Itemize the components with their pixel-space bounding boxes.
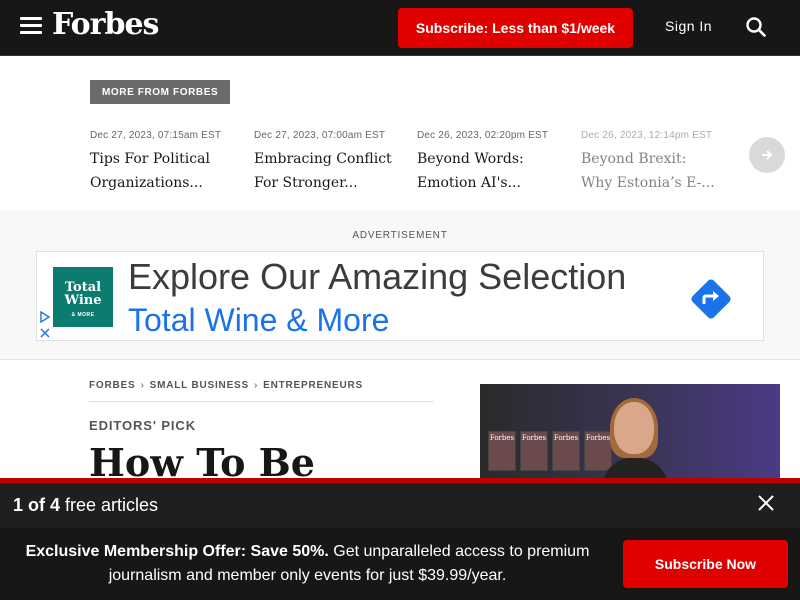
advertisement-area: ADVERTISEMENT Total Wine & MORE Explore …	[0, 210, 800, 360]
story-card[interactable]: Dec 27, 2023, 07:00am EST Embracing Conf…	[254, 130, 404, 195]
ad-banner[interactable]: Total Wine & MORE Explore Our Amazing Se…	[36, 251, 764, 341]
breadcrumb-item[interactable]: SMALL BUSINESS	[150, 380, 249, 391]
story-date: Dec 27, 2023, 07:00am EST	[254, 130, 386, 141]
story-date: Dec 26, 2023, 02:20pm EST	[417, 130, 549, 141]
magazine-cover: Forbes	[552, 431, 580, 471]
membership-offer-bar: Exclusive Membership Offer: Save 50%. Ge…	[0, 528, 800, 600]
search-icon[interactable]	[745, 16, 767, 38]
story-headline[interactable]: Beyond Words: Emotion AI's...	[417, 147, 567, 195]
story-card[interactable]: Dec 26, 2023, 02:20pm EST Beyond Words: …	[417, 130, 567, 195]
story-date: Dec 27, 2023, 07:15am EST	[90, 130, 222, 141]
article-meter-bar: 1 of 4 free articles	[0, 478, 800, 528]
site-header: Forbes Subscribe: Less than $1/week Sign…	[0, 0, 800, 56]
story-card[interactable]: Dec 26, 2023, 12:14pm EST Beyond Brexit:…	[581, 130, 716, 195]
story-headline[interactable]: Tips For Political Organizations...	[90, 147, 240, 195]
carousel-next-button[interactable]	[749, 137, 785, 173]
video-presenter	[602, 398, 668, 484]
subscribe-button[interactable]: Subscribe: Less than $1/week	[398, 8, 633, 48]
story-headline[interactable]: Beyond Brexit: Why Estonia’s E-...	[581, 147, 716, 195]
sign-in-link[interactable]: Sign In	[665, 18, 712, 34]
forbes-logo[interactable]: Forbes	[52, 7, 159, 42]
story-headline[interactable]: Embracing Conflict For Stronger...	[254, 147, 404, 195]
breadcrumb-item[interactable]: ENTREPRENEURS	[263, 380, 363, 391]
magazine-cover: Forbes	[488, 431, 516, 471]
directions-icon[interactable]	[689, 277, 733, 321]
video-player[interactable]: Forbes Forbes Forbes Forbes	[480, 384, 780, 484]
story-card[interactable]: Dec 27, 2023, 07:15am EST Tips For Polit…	[90, 130, 240, 195]
arrow-right-icon	[762, 150, 773, 160]
free-articles-counter: 1 of 4 free articles	[13, 495, 159, 515]
close-icon[interactable]	[756, 493, 776, 513]
breadcrumb-item[interactable]: FORBES	[89, 380, 135, 391]
magazine-cover: Forbes	[584, 431, 612, 471]
subscribe-now-button[interactable]: Subscribe Now	[623, 540, 788, 588]
advertisement-label: ADVERTISEMENT	[352, 230, 448, 241]
more-from-forbes-section: MORE FROM FORBES Dec 27, 2023, 07:15am E…	[0, 56, 800, 210]
ad-brand-name[interactable]: Total Wine & More	[128, 302, 389, 339]
story-date: Dec 26, 2023, 12:14pm EST	[581, 130, 713, 141]
hamburger-menu-icon[interactable]	[20, 17, 42, 37]
ad-choices-icon[interactable]	[39, 310, 51, 340]
ad-headline[interactable]: Explore Our Amazing Selection	[128, 256, 626, 298]
magazine-cover: Forbes	[520, 431, 548, 471]
total-wine-logo[interactable]: Total Wine & MORE	[53, 267, 113, 327]
chevron-right-icon: ›	[140, 380, 145, 391]
breadcrumb: FORBES › SMALL BUSINESS › ENTREPRENEURS	[89, 380, 434, 402]
more-from-forbes-label: MORE FROM FORBES	[90, 80, 231, 104]
chevron-right-icon: ›	[253, 380, 259, 391]
editors-pick-label: EDITORS' PICK	[89, 418, 197, 433]
membership-offer-text: Exclusive Membership Offer: Save 50%. Ge…	[25, 543, 590, 584]
